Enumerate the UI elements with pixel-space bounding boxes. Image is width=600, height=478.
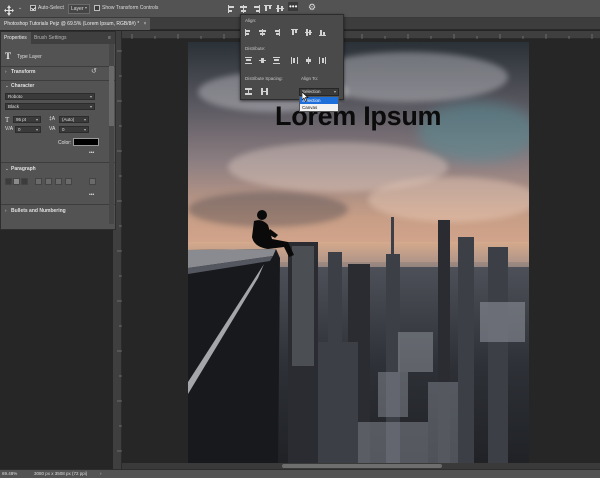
- document-tab[interactable]: Photoshop Tutorials Pejz @ 69.5% (Lorem …: [0, 18, 150, 30]
- popup-align-hcenter-icon[interactable]: [259, 29, 266, 36]
- layer-type-label: Type Layer: [17, 54, 42, 60]
- transform-section-title: Transform: [11, 69, 36, 75]
- bullets-section-toggle[interactable]: ›: [5, 208, 7, 213]
- paragraph-section-title: Paragraph: [11, 166, 36, 172]
- section-divider: [1, 204, 115, 205]
- popup-align-top-icon[interactable]: [291, 29, 298, 36]
- section-divider: [1, 162, 115, 163]
- move-tool-icon[interactable]: [4, 3, 14, 16]
- reset-icon[interactable]: ↺: [91, 67, 97, 75]
- align-right-edges-icon[interactable]: [252, 5, 260, 13]
- document-tab-title: Photoshop Tutorials Pejz @ 69.5% (Lorem …: [4, 21, 140, 27]
- distribute-left-icon[interactable]: [291, 57, 298, 64]
- justify-last-left-button[interactable]: [35, 178, 42, 185]
- panel-tab-strip: Properties Brush Settings ≡: [1, 32, 115, 44]
- align-left-text-button[interactable]: [5, 178, 12, 185]
- align-right-text-button[interactable]: [21, 178, 28, 185]
- font-family-select[interactable]: Roboto: [5, 93, 95, 100]
- transform-section-toggle[interactable]: ›: [5, 69, 7, 74]
- auto-select-target-select[interactable]: Layer: [68, 4, 90, 14]
- character-section-title: Character: [11, 83, 35, 89]
- align-to-label: Align To:: [301, 76, 319, 81]
- kerning-field[interactable]: 0: [15, 126, 41, 133]
- popup-align-right-icon[interactable]: [273, 29, 280, 36]
- distribute-vertical-spacing-icon[interactable]: [245, 88, 252, 95]
- auto-select-checkbox[interactable]: [30, 5, 36, 11]
- distribute-hcenter-icon[interactable]: [305, 57, 312, 64]
- properties-panel: Properties Brush Settings ≡ T Type Layer…: [0, 31, 116, 230]
- tab-properties[interactable]: Properties: [1, 32, 31, 44]
- color-label: Color:: [58, 140, 72, 146]
- align-horizontal-centers-icon[interactable]: [240, 5, 248, 13]
- leading-field[interactable]: (Auto): [59, 116, 89, 123]
- align-label: Align:: [245, 18, 257, 23]
- distribute-vcenter-icon[interactable]: [259, 57, 266, 64]
- mouse-cursor-icon: [302, 92, 309, 102]
- kerning-icon: V/A: [5, 126, 14, 132]
- show-transform-controls-label: Show Transform Controls: [102, 5, 159, 11]
- more-options-button[interactable]: •••: [288, 2, 299, 11]
- center-text-button[interactable]: [13, 178, 20, 185]
- align-vertical-centers-icon[interactable]: [276, 5, 284, 13]
- distribute-top-icon[interactable]: [245, 57, 252, 64]
- horizontal-ruler: [122, 31, 600, 39]
- show-transform-controls-checkbox[interactable]: [94, 5, 100, 11]
- sitting-person-silhouette: [252, 210, 294, 257]
- paragraph-section-toggle[interactable]: ⌄: [5, 166, 9, 172]
- align-left-edges-icon[interactable]: [228, 5, 236, 13]
- panel-scrollbar-thumb[interactable]: [109, 66, 114, 126]
- character-section-toggle[interactable]: ⌄: [5, 83, 9, 89]
- font-size-field[interactable]: 95 pt: [13, 116, 41, 123]
- tracking-icon: VA: [49, 126, 56, 132]
- paragraph-more-button[interactable]: •••: [89, 192, 94, 198]
- character-more-button[interactable]: •••: [89, 150, 94, 156]
- popup-align-left-icon[interactable]: [245, 29, 252, 36]
- tool-preset-chevron-icon[interactable]: ⌄: [18, 5, 22, 11]
- panel-menu-icon[interactable]: ≡: [105, 32, 114, 44]
- leading-icon: ‡A: [49, 116, 56, 122]
- close-icon[interactable]: ×: [144, 21, 147, 27]
- color-swatch[interactable]: [73, 138, 99, 146]
- font-size-icon: T: [5, 116, 10, 124]
- justify-last-center-button[interactable]: [45, 178, 52, 185]
- distribute-label: Distribute:: [245, 46, 266, 51]
- align-top-edges-icon[interactable]: [264, 5, 272, 13]
- section-divider: [1, 80, 115, 81]
- canvas-scrollbar-thumb[interactable]: [282, 464, 442, 468]
- bullets-section-title: Bullets and Numbering: [11, 208, 66, 214]
- gear-icon[interactable]: ⚙: [308, 2, 316, 13]
- distribute-bottom-icon[interactable]: [273, 57, 280, 64]
- popup-align-bottom-icon[interactable]: [319, 29, 326, 36]
- type-layer-icon: T: [5, 51, 12, 61]
- tab-brush-settings[interactable]: Brush Settings: [31, 32, 70, 44]
- auto-select-label: Auto-Select: [38, 5, 64, 11]
- section-divider: [1, 66, 115, 67]
- zoom-level[interactable]: 69.48%: [2, 471, 17, 476]
- distribute-horizontal-spacing-icon[interactable]: [261, 88, 268, 95]
- distribute-right-icon[interactable]: [319, 57, 326, 64]
- status-chevron-icon[interactable]: ›: [100, 471, 102, 476]
- distribute-spacing-label: Distribute Spacing:: [245, 76, 283, 81]
- tracking-field[interactable]: 0: [59, 126, 89, 133]
- popup-align-vcenter-icon[interactable]: [305, 29, 312, 36]
- justify-all-button[interactable]: [65, 178, 72, 185]
- panel-scrollbar[interactable]: [109, 44, 114, 224]
- font-style-select[interactable]: Black: [5, 103, 95, 110]
- justify-all-lines-button[interactable]: [89, 178, 96, 185]
- status-bar: 69.48% 3080 px x 3508 px (72 ppi) ›: [0, 469, 600, 478]
- document-info: 3080 px x 3508 px (72 ppi): [34, 471, 88, 476]
- justify-last-right-button[interactable]: [55, 178, 62, 185]
- align-to-option-canvas[interactable]: Canvas: [300, 104, 338, 111]
